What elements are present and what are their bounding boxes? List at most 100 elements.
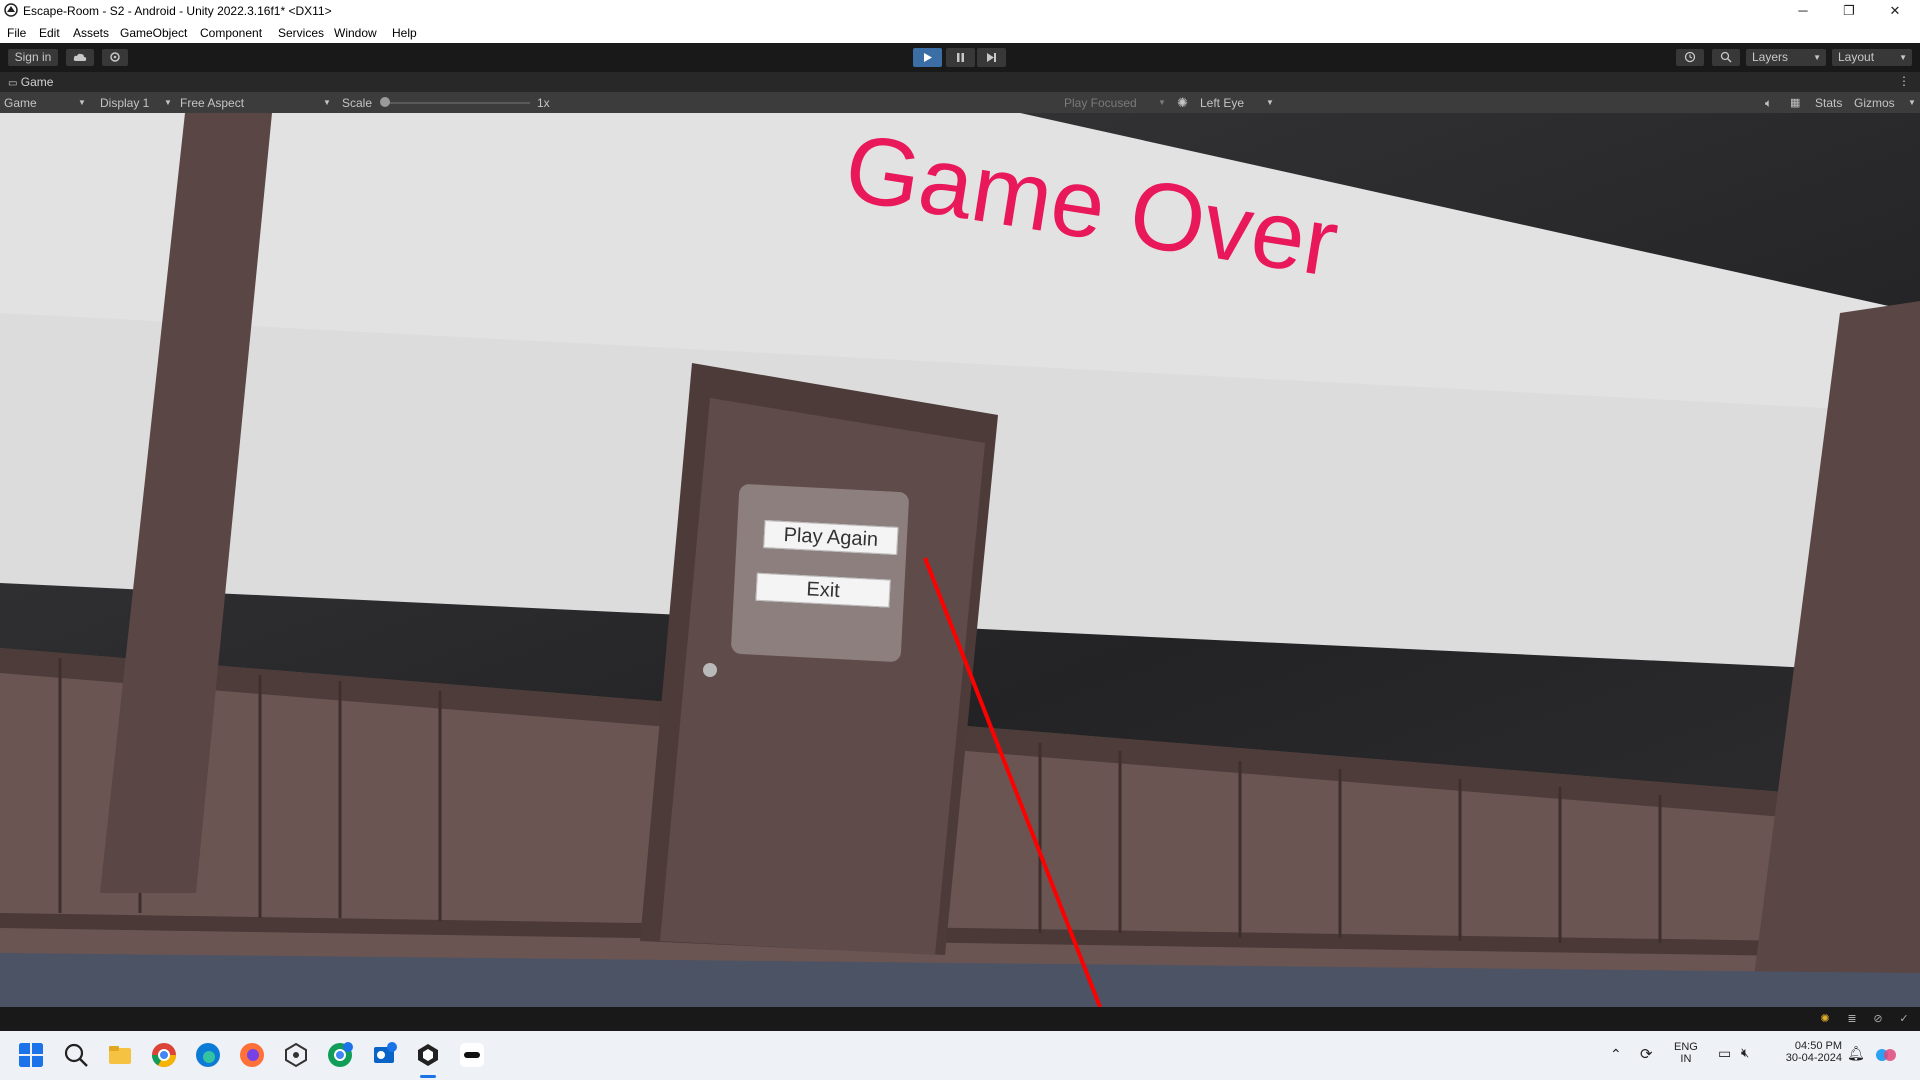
volume-muted-icon[interactable]: 🔇︎ — [1741, 1045, 1749, 1061]
clock-date: 30-04-2024 — [1785, 1052, 1842, 1064]
firefox-icon[interactable] — [238, 1041, 266, 1069]
play-button[interactable] — [913, 48, 942, 67]
search-icon[interactable] — [62, 1041, 90, 1069]
main-toolbar: Sign in Layers ▼ Layout ▼ — [0, 43, 1920, 72]
search-icon — [1720, 51, 1732, 63]
region-code: IN — [1680, 1053, 1692, 1065]
language-code: ENG — [1674, 1041, 1698, 1053]
chrome-profile-icon[interactable] — [326, 1041, 354, 1069]
menu-bar: File Edit Assets GameObject Component Se… — [0, 21, 1920, 43]
meta-quest-link-icon[interactable] — [458, 1041, 486, 1069]
chrome-icon[interactable] — [150, 1041, 178, 1069]
scale-value: 1x — [537, 96, 550, 110]
unity-editor-icon[interactable] — [414, 1041, 442, 1069]
view-mode-label: Game — [4, 96, 37, 110]
minimize-button[interactable]: ─ — [1780, 0, 1826, 21]
window-title: Escape-Room - S2 - Android - Unity 2022.… — [23, 4, 332, 18]
tab-game[interactable]: ▭ Game — [0, 72, 62, 92]
chevron-down-icon: ▼ — [323, 98, 331, 107]
keyboard-icon[interactable]: ▦ — [1790, 96, 1800, 109]
layers-dropdown[interactable]: Layers ▼ — [1746, 49, 1826, 66]
game-over-menu-panel: Play Again Exit — [730, 483, 910, 663]
play-focused-dropdown[interactable]: Play Focused — [1064, 96, 1137, 110]
menu-window[interactable]: Window — [334, 26, 377, 40]
view-mode-dropdown[interactable]: Game — [4, 96, 37, 110]
aspect-dropdown[interactable]: Free Aspect — [180, 96, 244, 110]
chevron-down-icon: ▼ — [78, 98, 86, 107]
menu-help[interactable]: Help — [392, 26, 417, 40]
aspect-label: Free Aspect — [180, 96, 245, 110]
room-scene — [0, 113, 1920, 1007]
exit-button[interactable]: Exit — [755, 572, 891, 608]
scale-slider-handle[interactable] — [380, 97, 390, 107]
eye-dropdown[interactable]: Left Eye — [1200, 96, 1244, 110]
taskbar: ⌃ ⟳ ENG IN ▭ 🔇︎ 04:50 PM 30-04-2024 🔔︎ — [0, 1031, 1920, 1080]
tab-bar: ▭ Game ⋮ — [0, 72, 1920, 92]
active-app-indicator — [420, 1075, 436, 1078]
layout-dropdown[interactable]: Layout ▼ — [1832, 49, 1912, 66]
chevron-down-icon: ▼ — [164, 98, 172, 107]
status-bar: ✺ ≣ ⊘ ✓ — [0, 1007, 1920, 1031]
stack-icon[interactable]: ≣ — [1845, 1012, 1859, 1026]
chevron-down-icon: ▼ — [1813, 53, 1821, 62]
menu-services[interactable]: Services — [278, 26, 324, 40]
play-again-button[interactable]: Play Again — [763, 520, 899, 556]
outlook-icon[interactable] — [370, 1041, 398, 1069]
clock[interactable]: 04:50 PM 30-04-2024 — [1780, 1040, 1842, 1064]
copilot-icon[interactable] — [1874, 1043, 1898, 1067]
menu-assets[interactable]: Assets — [73, 26, 109, 40]
show-hidden-icons-chevron-icon[interactable]: ⌃ — [1610, 1046, 1622, 1063]
gizmos-button[interactable]: Gizmos — [1854, 96, 1895, 110]
sign-in-button[interactable]: Sign in — [8, 49, 58, 66]
check-icon[interactable]: ✓ — [1897, 1012, 1911, 1026]
step-icon — [987, 53, 996, 62]
gear-icon — [110, 52, 120, 62]
mute-audio-icon[interactable]: 🔈︎ — [1765, 96, 1772, 111]
layout-label: Layout — [1838, 50, 1875, 64]
menu-edit[interactable]: Edit — [39, 26, 60, 40]
unity-logo-icon — [4, 3, 18, 17]
pause-button[interactable] — [946, 48, 975, 67]
menu-file[interactable]: File — [7, 26, 26, 40]
cloud-button[interactable] — [66, 49, 94, 66]
cloud-icon — [73, 53, 87, 61]
stats-button[interactable]: Stats — [1815, 96, 1842, 110]
file-explorer-icon[interactable] — [106, 1041, 134, 1069]
pause-icon — [957, 53, 964, 62]
layers-label: Layers — [1752, 50, 1789, 64]
bug-icon[interactable]: ✺ — [1177, 95, 1188, 111]
game-view-toolbar: Game ▼ Display 1 ▼ Free Aspect ▼ Scale 1… — [0, 92, 1920, 113]
notification-bell-icon[interactable]: 🔔︎ — [1847, 1045, 1865, 1062]
scale-slider-track[interactable] — [385, 102, 530, 104]
collab-button[interactable] — [102, 49, 128, 66]
debug-icon[interactable]: ⊘ — [1871, 1012, 1885, 1026]
close-button[interactable]: ✕ — [1872, 0, 1918, 21]
menu-component[interactable]: Component — [200, 26, 262, 40]
scale-label: Scale — [342, 96, 373, 110]
history-button[interactable] — [1676, 49, 1704, 66]
warning-icon[interactable]: ✺ — [1818, 1012, 1832, 1026]
game-viewport[interactable]: Game Over Play Again Exit — [0, 113, 1920, 1007]
tab-game-label: Game — [20, 75, 54, 89]
chevron-down-icon: ▼ — [1908, 98, 1916, 107]
network-icon[interactable]: ▭ — [1718, 1045, 1731, 1062]
display-dropdown[interactable]: Display 1 — [100, 96, 149, 110]
language-indicator[interactable]: ENG IN — [1674, 1041, 1698, 1065]
search-button[interactable] — [1712, 49, 1740, 66]
more-options-icon[interactable]: ⋮ — [1898, 74, 1910, 88]
clock-time: 04:50 PM — [1794, 1040, 1842, 1052]
display-label: Display 1 — [100, 96, 150, 110]
maximize-button[interactable]: ❐ — [1826, 0, 1872, 21]
step-button[interactable] — [977, 48, 1006, 67]
gamepad-icon: ▭ — [8, 78, 18, 89]
window-title-bar: Escape-Room - S2 - Android - Unity 2022.… — [0, 0, 1920, 21]
windows-start-icon[interactable] — [18, 1042, 44, 1068]
chevron-down-icon: ▼ — [1899, 53, 1907, 62]
history-icon — [1684, 51, 1696, 63]
sync-icon[interactable]: ⟳ — [1640, 1045, 1653, 1063]
menu-gameobject[interactable]: GameObject — [120, 26, 187, 40]
play-icon — [924, 53, 932, 62]
edge-icon[interactable] — [194, 1041, 222, 1069]
chevron-down-icon: ▼ — [1266, 98, 1274, 107]
unity-hub-icon[interactable] — [282, 1041, 310, 1069]
